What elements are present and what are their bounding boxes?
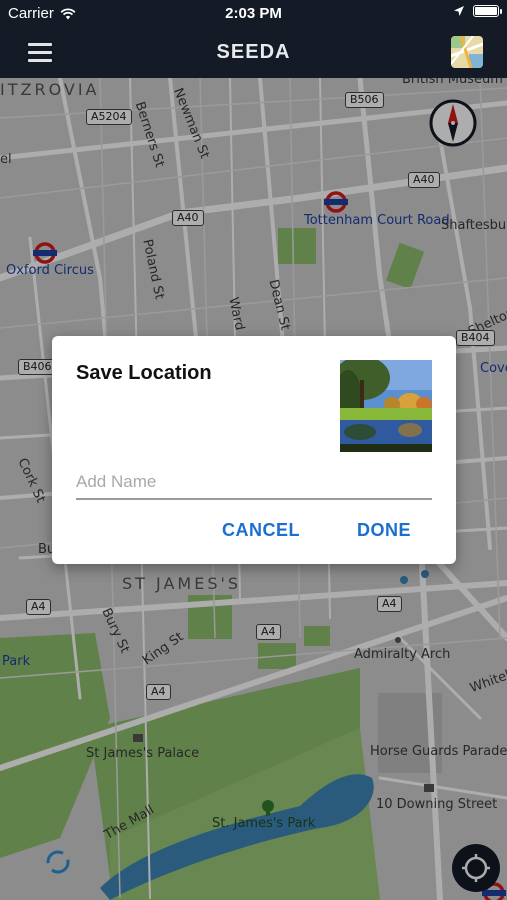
save-location-dialog: Save Location CANCEL DONE [52,336,456,564]
location-arrow-icon [454,6,464,16]
location-photo[interactable] [340,360,432,452]
done-button[interactable]: DONE [357,520,411,541]
dialog-title: Save Location [76,362,212,384]
battery-icon [473,5,502,17]
map-thumbnail-icon [451,36,483,68]
cancel-button[interactable]: CANCEL [222,520,300,541]
location-name-input[interactable] [76,466,432,500]
status-bar: Carrier 2:03 PM [0,0,507,28]
map-style-button[interactable] [451,36,483,68]
app-title: SEEDA [216,41,291,63]
nav-bar: SEEDA [0,28,507,78]
status-time: 2:03 PM [225,5,282,22]
